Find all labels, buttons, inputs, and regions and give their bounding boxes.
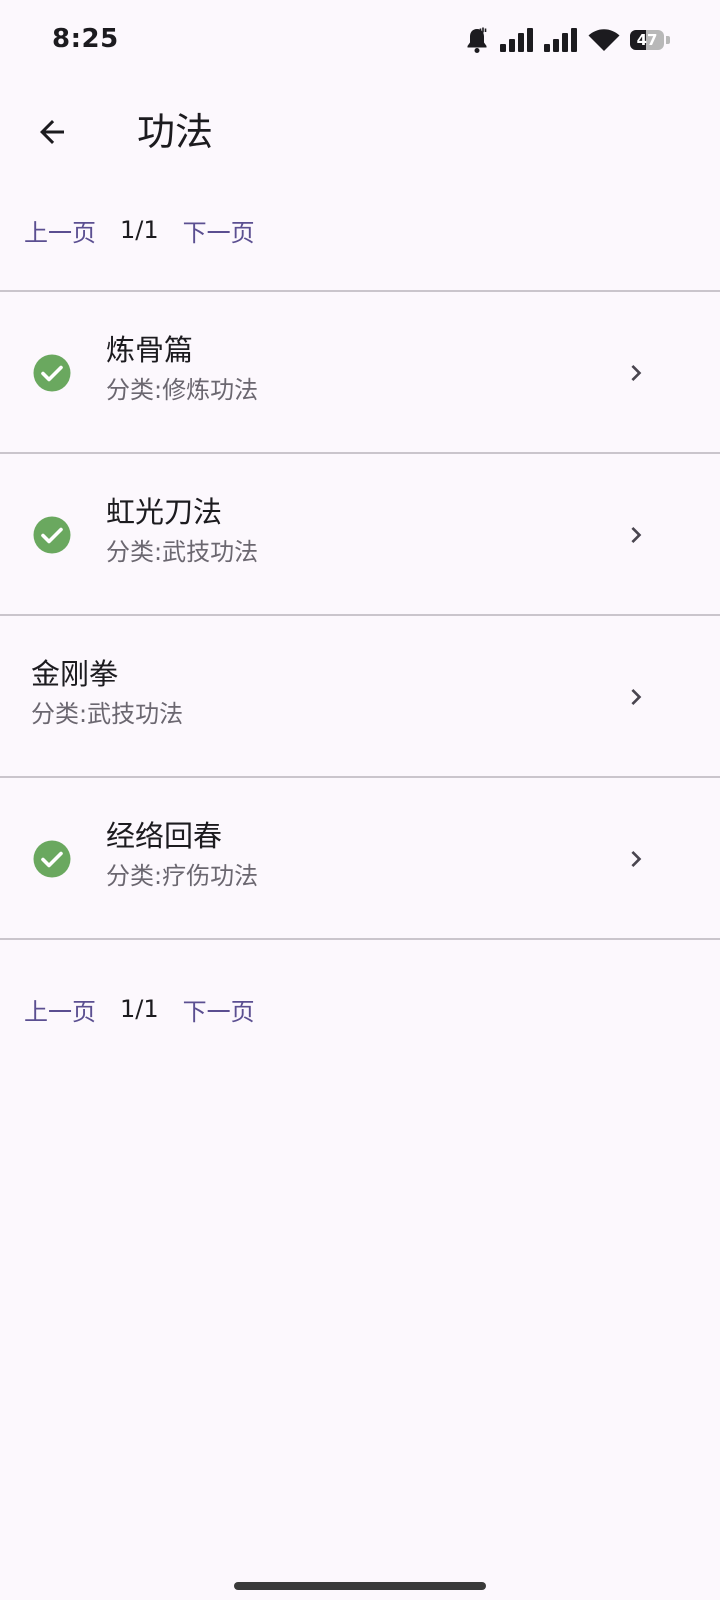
item-text: 虹光刀法 分类:武技功法 <box>106 492 258 572</box>
item-text: 经络回春 分类:疗伤功法 <box>106 816 258 896</box>
item-category: 分类:修炼功法 <box>106 376 259 404</box>
pager-bottom: 上一页 1/1 下一页 <box>24 989 255 1029</box>
item-category: 分类:武技功法 <box>106 538 259 566</box>
check-circle-icon <box>33 354 71 392</box>
app-bar: 功法 <box>0 84 720 180</box>
status-time: 8:25 <box>52 24 119 54</box>
skill-list: 炼骨篇 分类:修炼功法 虹光刀法 分类:武技功法 金刚拳 分类:武技功法 经络回… <box>0 290 720 940</box>
battery-level: 47 <box>636 31 658 49</box>
prev-page-button[interactable]: 上一页 <box>24 992 96 1027</box>
bell-ring-icon <box>464 26 490 54</box>
item-title: 经络回春 <box>106 819 223 853</box>
item-text: 炼骨篇 分类:修炼功法 <box>106 330 258 410</box>
item-title: 虹光刀法 <box>106 495 223 529</box>
prev-page-button[interactable]: 上一页 <box>24 213 96 248</box>
signal-icon <box>544 28 578 52</box>
list-item-3[interactable]: 经络回春 分类:疗伤功法 <box>0 778 720 940</box>
status-icons: 47 <box>464 26 670 54</box>
item-title: 金刚拳 <box>31 657 119 691</box>
signal-icon <box>500 28 534 52</box>
page-indicator: 1/1 <box>120 995 159 1023</box>
page-title: 功法 <box>137 110 214 154</box>
next-page-button[interactable]: 下一页 <box>183 992 255 1027</box>
check-circle-icon <box>33 516 71 554</box>
item-text: 金刚拳 分类:武技功法 <box>31 654 183 734</box>
item-category: 分类:疗伤功法 <box>106 862 259 890</box>
pager-top: 上一页 1/1 下一页 <box>24 210 255 250</box>
chevron-right-icon <box>631 527 642 543</box>
back-button[interactable] <box>28 108 76 156</box>
battery-icon: 47 <box>630 29 670 51</box>
home-indicator[interactable] <box>234 1582 486 1590</box>
page-indicator: 1/1 <box>120 216 159 244</box>
next-page-button[interactable]: 下一页 <box>183 213 255 248</box>
chevron-right-icon <box>631 689 642 705</box>
check-circle-icon <box>33 840 71 878</box>
list-item-1[interactable]: 虹光刀法 分类:武技功法 <box>0 454 720 616</box>
list-item-2[interactable]: 金刚拳 分类:武技功法 <box>0 616 720 778</box>
arrow-left-icon <box>40 120 64 144</box>
item-category: 分类:武技功法 <box>31 700 184 728</box>
status-bar: 8:25 47 <box>0 0 720 84</box>
item-title: 炼骨篇 <box>106 333 194 367</box>
wifi-icon <box>588 28 620 52</box>
list-item-0[interactable]: 炼骨篇 分类:修炼功法 <box>0 292 720 454</box>
chevron-right-icon <box>631 365 642 381</box>
chevron-right-icon <box>631 851 642 867</box>
